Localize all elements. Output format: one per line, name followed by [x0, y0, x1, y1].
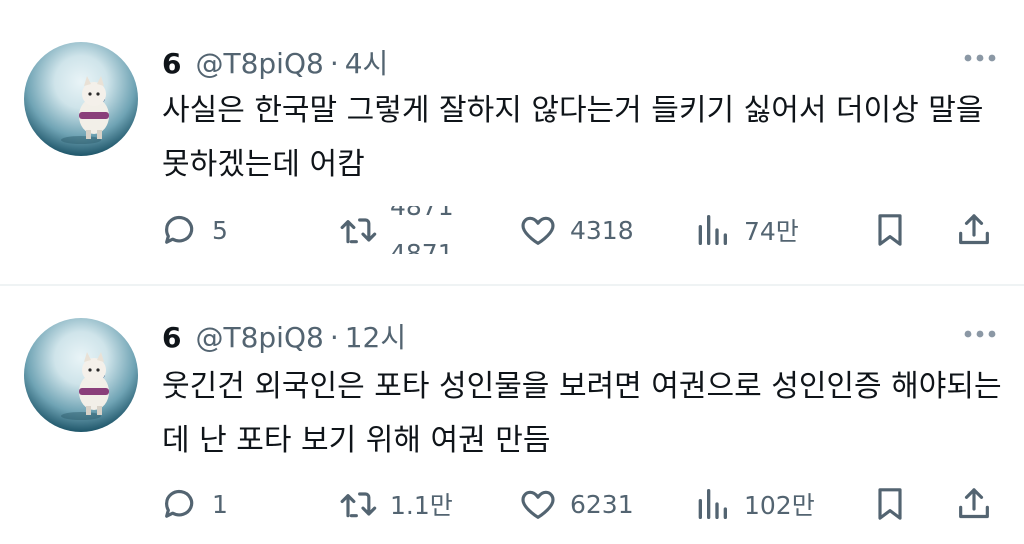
more-dots-icon[interactable]: [962, 328, 998, 340]
heart-icon: [521, 490, 555, 519]
bar-chart-icon: [698, 489, 727, 519]
action-bar: 1 1.1만 6231 102만: [0, 480, 1024, 528]
views-count: 102만: [744, 491, 815, 520]
retweet-icon: [340, 492, 377, 518]
retweet-button[interactable]: 4871 4871: [338, 206, 454, 254]
views-count: 74만: [744, 217, 799, 246]
like-button[interactable]: 6231: [518, 480, 634, 528]
tweet[interactable]: 6 @T8piQ8 · 4시 사실은 한국말 그렇게 잘하지 않다는거 들키기 …: [0, 0, 1024, 284]
separator-dot: ·: [329, 321, 339, 354]
reply-count: 1: [212, 489, 228, 519]
like-button[interactable]: 4318: [518, 206, 634, 254]
share-upload-icon: [959, 488, 989, 519]
bookmark-icon: [878, 488, 902, 520]
tweet-header: 6 @T8piQ8 · 12시: [162, 316, 406, 356]
more-dots-icon[interactable]: [962, 52, 998, 64]
bar-chart-icon: [698, 215, 727, 245]
like-count: 6231: [570, 489, 634, 519]
heart-icon: [521, 216, 555, 245]
bookmark-button[interactable]: [870, 480, 910, 528]
bookmark-button[interactable]: [870, 206, 910, 254]
views-button[interactable]: 74만: [692, 206, 799, 254]
reply-button[interactable]: 5: [160, 206, 228, 254]
speech-bubble-icon: [165, 489, 194, 518]
like-count: 4318: [570, 215, 634, 245]
author-name[interactable]: 6: [162, 47, 181, 80]
retweet-count-incoming: 4871: [390, 239, 454, 254]
separator-dot: ·: [329, 47, 339, 80]
avatar[interactable]: [24, 42, 138, 156]
share-button[interactable]: [954, 206, 994, 254]
action-bar: 5 4871 4871 4318 74만: [0, 206, 1024, 254]
retweet-icon: [340, 218, 377, 244]
author-handle[interactable]: @T8piQ8: [195, 47, 323, 80]
share-upload-icon: [959, 214, 989, 245]
reply-button[interactable]: 1: [160, 480, 228, 528]
reply-count: 5: [212, 215, 228, 245]
retweet-button[interactable]: 1.1만: [338, 480, 453, 528]
timestamp[interactable]: 12시: [345, 316, 406, 356]
timestamp[interactable]: 4시: [345, 42, 389, 82]
avatar[interactable]: [24, 318, 138, 432]
share-button[interactable]: [954, 480, 994, 528]
retweet-count-outgoing: 4871: [390, 206, 454, 221]
bookmark-icon: [878, 214, 902, 246]
tweet-text: 사실은 한국말 그렇게 잘하지 않다는거 들키기 싫어서 더이상 말을 못하겠는…: [162, 93, 984, 182]
author-handle[interactable]: @T8piQ8: [195, 321, 323, 354]
views-button[interactable]: 102만: [692, 480, 815, 528]
retweet-count: 4871 4871: [390, 206, 454, 254]
tweet-header: 6 @T8piQ8 · 4시: [162, 42, 388, 82]
author-name[interactable]: 6: [162, 321, 181, 354]
retweet-count: 1.1만: [390, 491, 453, 520]
speech-bubble-icon: [165, 215, 194, 244]
